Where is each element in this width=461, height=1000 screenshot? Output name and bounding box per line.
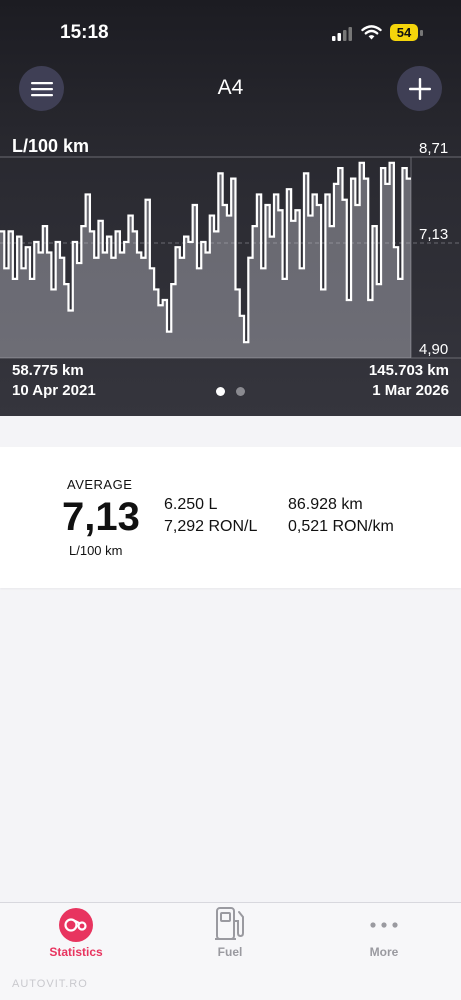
consumption-chart[interactable]: L/100 km 8,71 7,13 4,90 [0,130,461,370]
page-dot-inactive[interactable] [236,387,245,396]
end-km: 145.703 km [369,362,449,379]
wifi-icon [361,25,382,41]
add-button[interactable] [397,66,442,111]
more-dots-icon [366,907,402,943]
statistics-icon [58,907,94,943]
end-date: 1 Mar 2026 [372,382,449,399]
cellular-signal-icon [332,27,352,41]
fuel-pump-icon [212,905,248,943]
average-label: AVERAGE [67,477,132,492]
header: 15:18 54 A4 [0,0,461,416]
chart-svg[interactable] [0,130,461,370]
plus-icon [409,78,431,100]
watermark-text: AUTOVIT.RO [12,978,88,990]
status-time: 15:18 [60,22,109,44]
battery-indicator: 54 [390,24,418,41]
average-unit: L/100 km [69,543,122,558]
start-km: 58.775 km [12,362,84,379]
total-liters: 6.250 L [164,496,217,514]
average-value: 7,13 [62,495,140,540]
consumption-area [0,163,411,358]
total-distance: 86.928 km [288,496,363,514]
chart-unit-label: L/100 km [12,136,89,157]
price-per-liter: 7,292 RON/L [164,518,257,536]
y-tick-min: 4,90 [419,341,448,358]
page-title: A4 [0,76,461,100]
average-card: AVERAGE 7,13 L/100 km 6.250 L 7,292 RON/… [0,447,461,588]
page-dot-active[interactable] [216,387,225,396]
tab-statistics-label: Statistics [16,945,136,959]
status-bar: 15:18 54 [0,22,461,48]
y-tick-max: 8,71 [419,140,448,157]
start-date: 10 Apr 2021 [12,382,96,399]
cost-per-km: 0,521 RON/km [288,518,394,536]
tab-more-label: More [324,945,444,959]
chart-range-info: 58.775 km 10 Apr 2021 145.703 km 1 Mar 2… [0,362,461,402]
tab-fuel-label: Fuel [170,945,290,959]
battery-nub [420,30,423,36]
y-tick-average: 7,13 [419,226,448,243]
